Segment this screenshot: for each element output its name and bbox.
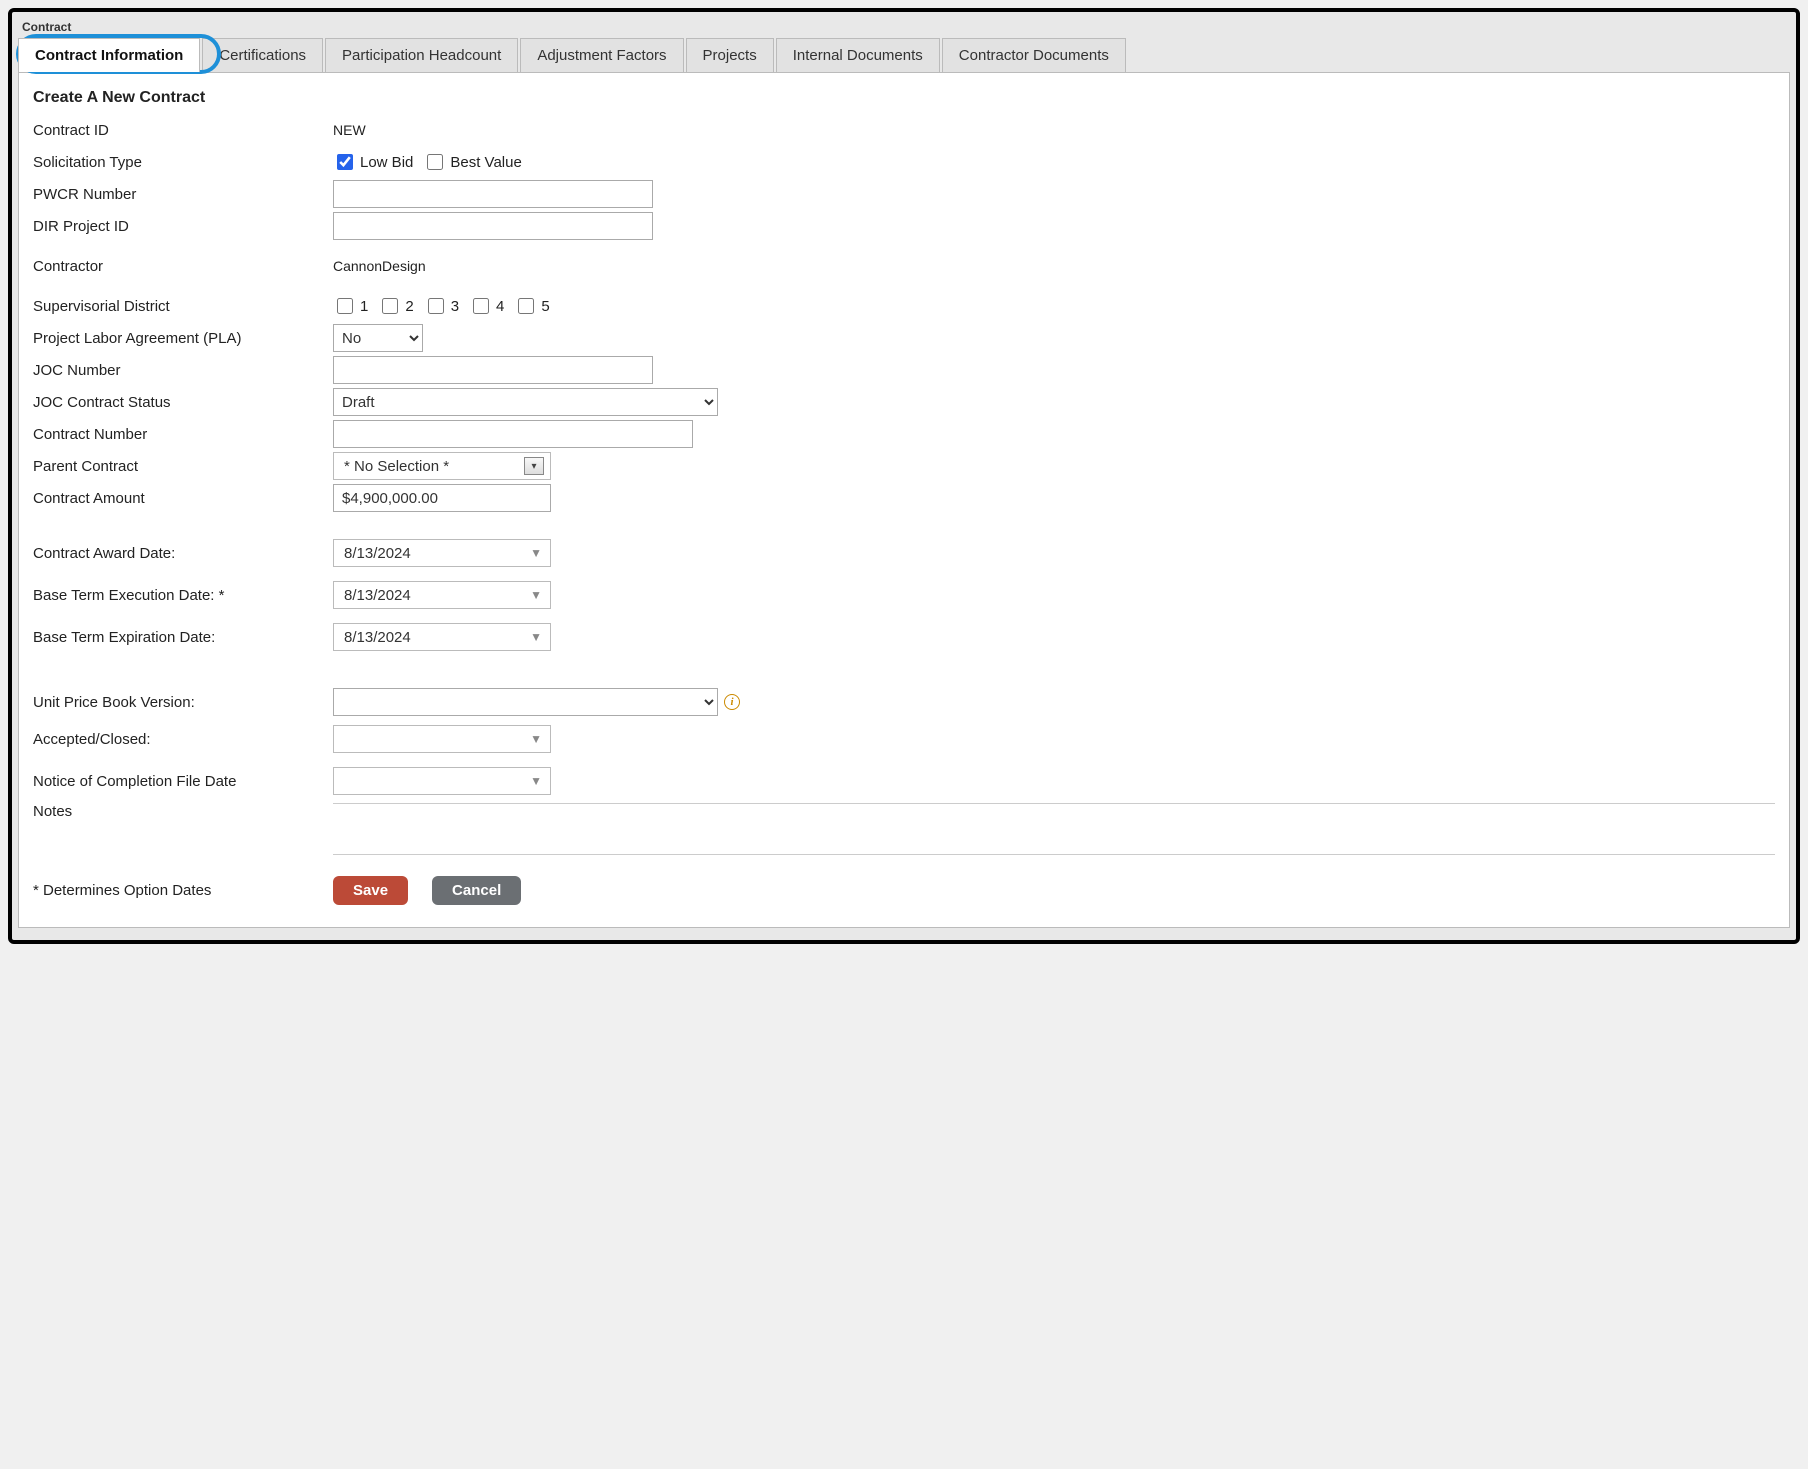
district-checkbox-group: 1 2 3 4 5 [333, 295, 550, 317]
tab-participation-headcount[interactable]: Participation Headcount [325, 38, 518, 72]
tab-label: Contractor Documents [959, 47, 1109, 64]
label-parent-contract: Parent Contract [33, 458, 333, 475]
label-contract-amount: Contract Amount [33, 490, 333, 507]
label-upb-version: Unit Price Book Version: [33, 694, 333, 711]
parent-contract-combo[interactable]: * No Selection * ▾ [333, 452, 551, 480]
contract-amount-input[interactable] [333, 484, 551, 512]
label-contract-award-date: Contract Award Date: [33, 545, 333, 562]
contract-award-date-value: 8/13/2024 [344, 545, 411, 562]
value-contractor: CannonDesign [333, 258, 426, 274]
chevron-down-icon[interactable]: ▼ [530, 546, 542, 560]
chevron-down-icon[interactable]: ▼ [530, 630, 542, 644]
accepted-closed-picker[interactable]: ▼ [333, 725, 551, 753]
label-base-exp-date: Base Term Expiration Date: [33, 629, 333, 646]
label-solicitation-type: Solicitation Type [33, 154, 333, 171]
label-noc-file-date: Notice of Completion File Date [33, 773, 333, 790]
label-dir-project-id: DIR Project ID [33, 218, 333, 235]
contract-number-input[interactable] [333, 420, 693, 448]
label-accepted-closed: Accepted/Closed: [33, 731, 333, 748]
checkbox-district-2[interactable]: 2 [378, 295, 413, 317]
chevron-down-icon[interactable]: ▼ [530, 588, 542, 602]
base-exec-date-value: 8/13/2024 [344, 587, 411, 604]
label-joc-number: JOC Number [33, 362, 333, 379]
cancel-button[interactable]: Cancel [432, 876, 521, 905]
tab-label: Contract Information [35, 47, 183, 64]
tab-label: Projects [703, 47, 757, 64]
panel-title: Contract [18, 18, 1790, 38]
value-contract-id: NEW [333, 122, 366, 138]
tab-content: Create A New Contract Contract ID NEW So… [18, 73, 1790, 928]
label-joc-status: JOC Contract Status [33, 394, 333, 411]
checkbox-low-bid[interactable]: Low Bid [333, 151, 413, 173]
checkbox-district-1[interactable]: 1 [333, 295, 368, 317]
notes-textarea[interactable] [333, 803, 1775, 855]
chevron-down-icon[interactable]: ▼ [530, 732, 542, 746]
contract-award-date-picker[interactable]: 8/13/2024 ▼ [333, 539, 551, 567]
page-heading: Create A New Contract [33, 89, 1775, 107]
label-base-exec-date: Base Term Execution Date: * [33, 587, 333, 604]
label-notes: Notes [33, 803, 333, 820]
best-value-input[interactable] [427, 154, 443, 170]
low-bid-input[interactable] [337, 154, 353, 170]
label-pla: Project Labor Agreement (PLA) [33, 330, 333, 347]
tab-contract-information[interactable]: Contract Information [18, 38, 200, 72]
label-contractor: Contractor [33, 258, 333, 275]
checkbox-best-value[interactable]: Best Value [423, 151, 521, 173]
contract-panel: Contract Contract Information Certificat… [8, 8, 1800, 944]
chevron-down-icon[interactable]: ▼ [530, 774, 542, 788]
base-exec-date-picker[interactable]: 8/13/2024 ▼ [333, 581, 551, 609]
low-bid-label: Low Bid [360, 154, 413, 171]
tab-certifications[interactable]: Certifications [202, 38, 323, 72]
parent-contract-value: * No Selection * [344, 458, 449, 475]
tab-internal-documents[interactable]: Internal Documents [776, 38, 940, 72]
tab-label: Internal Documents [793, 47, 923, 64]
best-value-label: Best Value [450, 154, 521, 171]
save-button[interactable]: Save [333, 876, 408, 905]
dir-project-id-input[interactable] [333, 212, 653, 240]
label-pwcr-number: PWCR Number [33, 186, 333, 203]
chevron-down-icon[interactable]: ▾ [524, 457, 544, 475]
label-contract-id: Contract ID [33, 122, 333, 139]
pwcr-number-input[interactable] [333, 180, 653, 208]
tab-label: Participation Headcount [342, 47, 501, 64]
label-contract-number: Contract Number [33, 426, 333, 443]
checkbox-district-3[interactable]: 3 [424, 295, 459, 317]
upb-version-select[interactable] [333, 688, 718, 716]
base-exp-date-picker[interactable]: 8/13/2024 ▼ [333, 623, 551, 651]
noc-file-date-picker[interactable]: ▼ [333, 767, 551, 795]
tab-label: Certifications [219, 47, 306, 64]
tab-bar: Contract Information Certifications Part… [18, 38, 1790, 73]
base-exp-date-value: 8/13/2024 [344, 629, 411, 646]
tab-label: Adjustment Factors [537, 47, 666, 64]
checkbox-district-5[interactable]: 5 [514, 295, 549, 317]
pla-select[interactable]: No [333, 324, 423, 352]
tab-projects[interactable]: Projects [686, 38, 774, 72]
checkbox-district-4[interactable]: 4 [469, 295, 504, 317]
label-supervisorial-district: Supervisorial District [33, 298, 333, 315]
joc-status-select[interactable]: Draft [333, 388, 718, 416]
joc-number-input[interactable] [333, 356, 653, 384]
tab-contractor-documents[interactable]: Contractor Documents [942, 38, 1126, 72]
tab-adjustment-factors[interactable]: Adjustment Factors [520, 38, 683, 72]
info-icon[interactable]: i [724, 694, 740, 710]
label-determines-option-dates: * Determines Option Dates [33, 882, 333, 899]
